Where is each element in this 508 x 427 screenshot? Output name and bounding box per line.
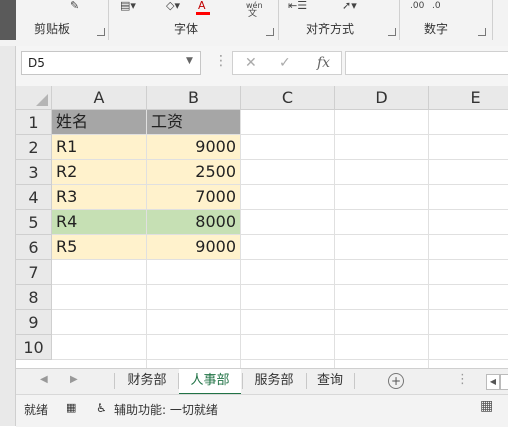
row-header[interactable]: 2 (16, 135, 52, 160)
gridline (146, 260, 147, 368)
hscroll-track[interactable] (500, 374, 508, 390)
alignment-launcher-icon[interactable] (388, 28, 396, 36)
group-label-alignment: 对齐方式 (306, 22, 355, 36)
gridline (52, 309, 508, 310)
worksheet-grid[interactable]: A B C D E 1 2 3 4 5 6 7 8 9 10 姓名 工资 R1 … (16, 86, 508, 368)
decrease-decimal-icon[interactable]: .00 (410, 0, 424, 12)
cell-b4[interactable]: 7000 (147, 185, 241, 210)
row-header[interactable]: 5 (16, 210, 52, 235)
gridline (241, 209, 508, 210)
gridline (241, 159, 508, 160)
increase-decimal-icon[interactable]: .0 (432, 0, 441, 12)
font-color-icon[interactable]: A (198, 0, 206, 12)
column-header-b[interactable]: B (147, 86, 241, 110)
formula-buttons: ✕ ✓ fx (232, 51, 342, 75)
number-launcher-icon[interactable] (478, 28, 486, 36)
decrease-indent-icon[interactable]: ⇤☰ (288, 0, 307, 12)
ribbon: ✎ 剪贴板 ▤▾ ◇▾ A wén 文 字体 ⇤☰ ➚▾ 对齐方式 .00 .0… (0, 0, 508, 47)
left-frame (0, 46, 16, 426)
macro-record-icon[interactable]: ▦ (66, 401, 76, 414)
phonetic-char: 文 (248, 9, 258, 19)
fill-color-icon[interactable]: ◇▾ (166, 0, 180, 12)
scroll-left-icon[interactable]: ◀ (40, 374, 48, 385)
cell-a2[interactable]: R1 (52, 135, 147, 160)
cell-a5[interactable]: R4 (52, 210, 147, 235)
accessibility-icon[interactable]: ♿ (96, 401, 107, 415)
enter-icon[interactable]: ✓ (279, 55, 291, 71)
border-icon[interactable]: ▤▾ (120, 0, 136, 12)
ribbon-divider (108, 0, 109, 40)
cell-b5[interactable]: 8000 (147, 210, 241, 235)
row-header[interactable]: 7 (16, 260, 52, 285)
group-label-number: 数字 (424, 22, 449, 36)
orientation-icon[interactable]: ➚▾ (342, 0, 357, 12)
cell-a3[interactable]: R2 (52, 160, 147, 185)
cell-b1[interactable]: 工资 (147, 110, 241, 135)
tab-service[interactable]: 服务部 (244, 369, 304, 393)
hscroll-left-button[interactable]: ◀ (486, 374, 500, 390)
gridline (52, 334, 508, 335)
chevron-down-icon[interactable]: ▼ (186, 56, 193, 66)
group-label-font: 字体 (174, 22, 199, 36)
clipboard-launcher-icon[interactable] (97, 28, 105, 36)
add-sheet-button[interactable]: + (388, 373, 404, 389)
row-header[interactable]: 9 (16, 310, 52, 335)
row-header[interactable]: 4 (16, 185, 52, 210)
select-all-icon (36, 94, 48, 106)
status-ready: 就绪 (24, 403, 49, 417)
row-header[interactable]: 10 (16, 335, 52, 360)
group-label-clipboard: 剪贴板 (34, 22, 71, 36)
sheet-tab-bar: ◀ ▶ 财务部 人事部 服务部 查询 + ⋮ ◀ (16, 368, 508, 395)
window-corner (0, 0, 16, 40)
column-header-a[interactable]: A (52, 86, 147, 110)
status-bar: 就绪 ▦ ♿ 辅助功能: 一切就绪 ▦ (16, 394, 508, 427)
row-header[interactable]: 1 (16, 110, 52, 135)
ribbon-divider (278, 0, 279, 40)
options-icon[interactable]: ⋮ (456, 372, 469, 387)
ribbon-divider (399, 0, 400, 40)
tab-separator (354, 373, 355, 389)
tab-separator (114, 373, 115, 389)
formula-input[interactable] (345, 51, 508, 75)
ribbon-divider (492, 0, 493, 40)
cancel-icon[interactable]: ✕ (245, 55, 257, 71)
column-header-e[interactable]: E (429, 86, 508, 110)
gridline (52, 284, 508, 285)
format-painter-icon[interactable]: ✎ (70, 0, 79, 12)
gridline (240, 110, 241, 368)
gridline (241, 184, 508, 185)
drag-handle-icon[interactable]: ⋮ (214, 53, 228, 69)
header-salary-label: 工资 (151, 112, 184, 131)
font-launcher-icon[interactable] (266, 28, 274, 36)
tab-separator (306, 373, 307, 389)
gridline (334, 110, 335, 368)
row-header[interactable]: 8 (16, 285, 52, 310)
cell-b6[interactable]: 9000 (147, 235, 241, 260)
scroll-right-icon[interactable]: ▶ (70, 374, 78, 385)
insert-function-icon[interactable]: fx (317, 55, 330, 71)
row-header[interactable]: 6 (16, 235, 52, 260)
gridline (241, 234, 508, 235)
normal-view-icon[interactable]: ▦ (480, 398, 493, 414)
name-box[interactable]: D5 (21, 51, 201, 75)
tab-finance[interactable]: 财务部 (116, 369, 178, 393)
cell-b2[interactable]: 9000 (147, 135, 241, 160)
column-header-c[interactable]: C (241, 86, 335, 110)
tab-separator (242, 373, 243, 389)
cell-a4[interactable]: R3 (52, 185, 147, 210)
tab-hr[interactable]: 人事部 (179, 369, 241, 395)
cell-a1[interactable]: 姓名 (52, 110, 147, 135)
cell-b3[interactable]: 2500 (147, 160, 241, 185)
gridline (428, 110, 429, 368)
tab-query[interactable]: 查询 (308, 369, 352, 393)
gridline (241, 134, 508, 135)
cell-a6[interactable]: R5 (52, 235, 147, 260)
font-color-bar (196, 12, 210, 15)
row-header[interactable]: 3 (16, 160, 52, 185)
column-header-d[interactable]: D (335, 86, 429, 110)
status-accessibility[interactable]: 辅助功能: 一切就绪 (114, 401, 218, 418)
gridline (241, 259, 508, 260)
gridline (52, 359, 508, 360)
